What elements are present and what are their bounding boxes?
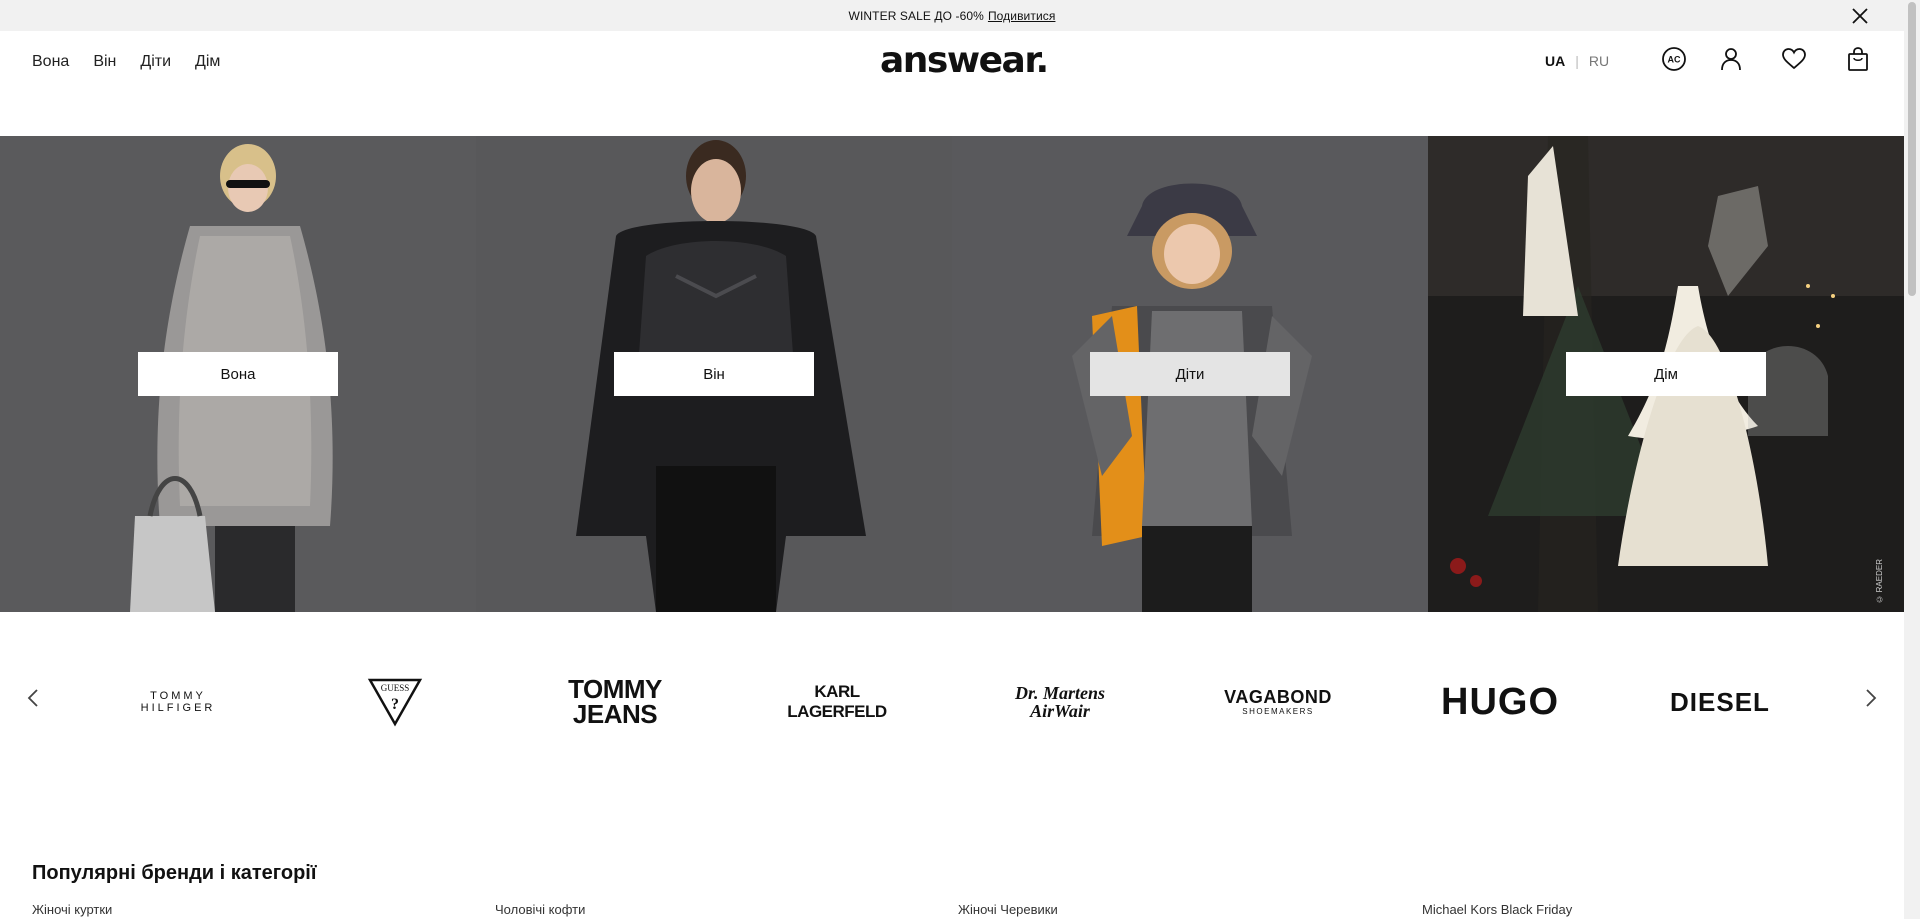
- popular-section-title: Популярні бренди і категорії: [32, 862, 317, 884]
- accessibility-label: AC: [1668, 55, 1681, 65]
- main-nav: Вона Він Діти Дім: [32, 53, 220, 71]
- vagabond-subtitle: SHOEMAKERS: [1242, 706, 1314, 716]
- language-switcher: UA | RU: [1545, 53, 1609, 69]
- nav-item-kids[interactable]: Діти: [140, 53, 171, 71]
- page-scrollbar[interactable]: [1904, 0, 1920, 919]
- bag-icon[interactable]: [1844, 45, 1872, 73]
- chevron-left-icon[interactable]: [24, 686, 44, 710]
- brand-tommy-jeans[interactable]: TOMMY JEANS: [560, 672, 670, 732]
- photo-credit: © RAEDER: [1875, 559, 1884, 604]
- brands-carousel: TOMMY HILFIGER GUESS ? TOMMY JEANS KARL …: [0, 612, 1904, 782]
- svg-text:GUESS: GUESS: [381, 683, 410, 693]
- guess-logo: GUESS ?: [367, 678, 423, 727]
- promo-bar: WINTER SALE ДО -60% Подивитися: [0, 0, 1904, 31]
- heart-icon[interactable]: [1780, 45, 1808, 73]
- header: Вона Він Діти Дім answear. UA | RU AC: [0, 31, 1904, 136]
- brand-dr-martens[interactable]: Dr. Martens AirWair: [1000, 672, 1120, 732]
- brand-tommy-hilfiger[interactable]: TOMMY HILFIGER: [110, 672, 246, 732]
- tommy-jeans-logo: TOMMY JEANS: [568, 674, 662, 729]
- brand-vagabond[interactable]: VAGABOND SHOEMAKERS: [1210, 672, 1346, 732]
- hero-tile-kids[interactable]: Діти: [952, 136, 1428, 612]
- lang-ru[interactable]: RU: [1589, 53, 1609, 69]
- hero-label-men[interactable]: Він: [614, 352, 814, 396]
- logo[interactable]: answear.: [880, 40, 1049, 81]
- chevron-right-icon[interactable]: [1860, 686, 1880, 710]
- accessibility-icon[interactable]: AC: [1660, 45, 1688, 73]
- brand-hugo[interactable]: HUGO: [1425, 672, 1575, 732]
- hero-tile-home[interactable]: Дім © RAEDER: [1428, 136, 1904, 612]
- popular-link-women-jackets[interactable]: Жіночі куртки: [32, 902, 112, 917]
- promo-link[interactable]: Подивитися: [988, 9, 1056, 23]
- svg-text:?: ?: [391, 696, 399, 713]
- popular-link-women-boots[interactable]: Жіночі Черевики: [958, 902, 1058, 917]
- popular-link-men-sweatshirts[interactable]: Чоловічі кофти: [495, 902, 585, 917]
- brand-guess[interactable]: GUESS ?: [355, 672, 435, 732]
- nav-item-women[interactable]: Вона: [32, 53, 69, 71]
- hero-label-women[interactable]: Вона: [138, 352, 338, 396]
- user-icon[interactable]: [1717, 45, 1745, 73]
- scrollbar-thumb[interactable]: [1908, 2, 1916, 296]
- hero-tile-men[interactable]: Він: [476, 136, 952, 612]
- lang-ua[interactable]: UA: [1545, 53, 1565, 69]
- hero-label-home[interactable]: Дім: [1566, 352, 1766, 396]
- hero-label-kids[interactable]: Діти: [1090, 352, 1290, 396]
- close-icon[interactable]: [1850, 6, 1870, 26]
- hero-tile-women[interactable]: Вона: [0, 136, 476, 612]
- hero-categories: Вона Він Діти Дім © RAEDER: [0, 136, 1904, 612]
- promo-text: WINTER SALE ДО -60%: [848, 8, 984, 23]
- nav-item-men[interactable]: Він: [93, 53, 116, 71]
- brand-diesel[interactable]: DIESEL: [1650, 672, 1790, 732]
- nav-item-home[interactable]: Дім: [195, 53, 220, 71]
- brand-karl-lagerfeld[interactable]: KARL LAGERFELD: [772, 672, 902, 732]
- lang-separator: |: [1575, 53, 1579, 69]
- popular-link-michael-kors[interactable]: Michael Kors Black Friday: [1422, 902, 1572, 917]
